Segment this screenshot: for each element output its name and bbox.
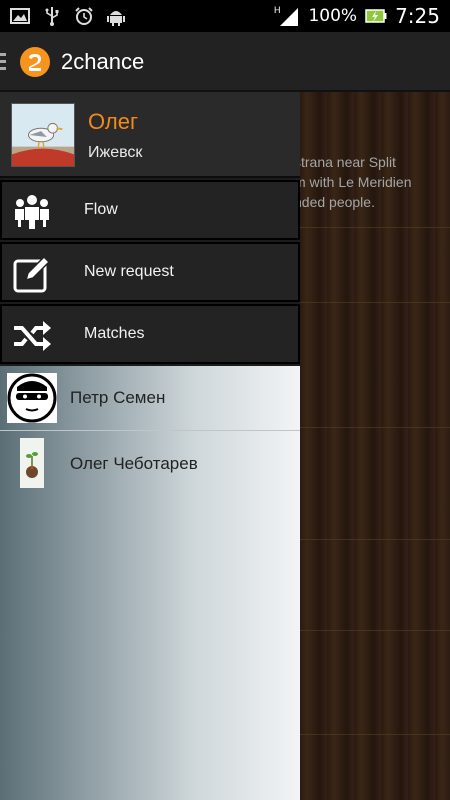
- edit-icon: [13, 255, 51, 293]
- contacts-list: Петр Семен Олег Чеботарев: [0, 366, 300, 800]
- contact-name: Петр Семен: [70, 388, 166, 407]
- menu-item-label: Flow: [84, 201, 118, 218]
- navigation-drawer: Олег Ижевск Flow New request Matches Пет…: [0, 92, 300, 800]
- contact-item[interactable]: Олег Чеботарев: [0, 432, 300, 496]
- shuffle-icon: [14, 321, 51, 351]
- profile-avatar[interactable]: [11, 103, 75, 167]
- app-title: 2chance: [61, 49, 145, 74]
- status-bar-notifications: [10, 6, 126, 26]
- status-bar-system: H 100% 7:25: [274, 3, 440, 29]
- android-icon: [107, 11, 125, 26]
- drawer-menu-icon[interactable]: [0, 53, 8, 71]
- menu-item-new-request[interactable]: New request: [0, 242, 300, 302]
- action-bar: 2chance: [0, 32, 450, 92]
- post-line: nded people.: [300, 194, 375, 210]
- flow-feed-background: strana near Split m with Le Meridien nde…: [300, 92, 450, 800]
- post-line: m with Le Meridien: [300, 174, 412, 190]
- profile-name: Олег: [88, 109, 138, 134]
- masked-man-avatar: [7, 373, 57, 423]
- feed-divider: [300, 539, 450, 540]
- network-type-label: H: [274, 5, 281, 15]
- contact-item[interactable]: Петр Семен: [0, 366, 300, 431]
- menu-item-flow[interactable]: Flow: [0, 180, 300, 240]
- profile-city: Ижевск: [88, 144, 143, 161]
- profile-header[interactable]: Олег Ижевск: [0, 92, 300, 178]
- menu-item-label: Matches: [84, 325, 145, 342]
- feed-divider: [300, 630, 450, 631]
- post-line: strana near Split: [300, 154, 396, 170]
- status-bar: H 100% 7:25: [0, 0, 450, 32]
- image-icon: [10, 8, 30, 24]
- list-divider: [0, 430, 300, 431]
- contact-name: Олег Чеботарев: [70, 454, 198, 473]
- menu-item-matches[interactable]: Matches: [0, 304, 300, 364]
- feed-divider: [300, 227, 450, 228]
- feed-divider: [300, 302, 450, 303]
- feed-divider: [300, 427, 450, 428]
- signal-icon: H: [274, 5, 299, 26]
- app-logo-icon[interactable]: [19, 46, 51, 78]
- menu-item-label: New request: [84, 263, 174, 280]
- usb-icon: [45, 7, 59, 26]
- alarm-icon: [75, 7, 93, 25]
- post-snippet: strana near Split m with Le Meridien nde…: [300, 152, 450, 212]
- feed-divider: [300, 734, 450, 735]
- clock: 7:25: [395, 4, 440, 28]
- battery-percent: 100%: [308, 6, 358, 26]
- plant-pot-avatar: [20, 438, 44, 488]
- people-group-icon: [15, 195, 49, 229]
- battery-charging-icon: [365, 9, 387, 23]
